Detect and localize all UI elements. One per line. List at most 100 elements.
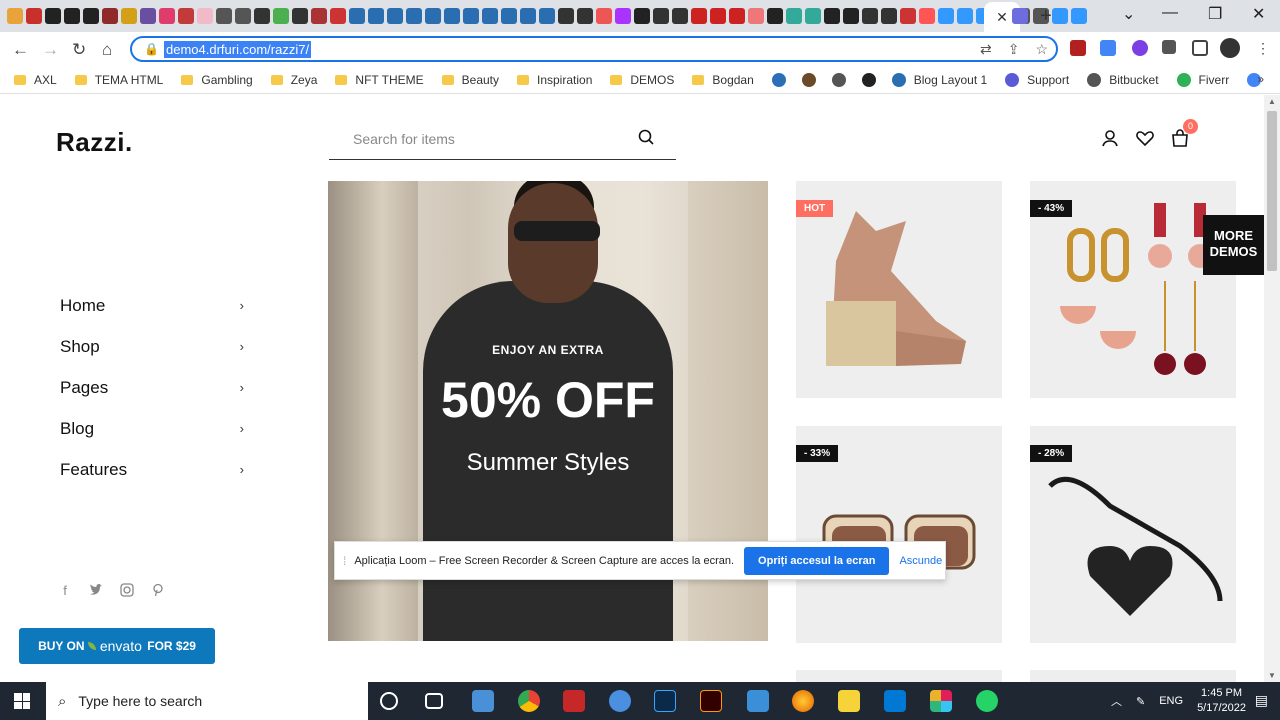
pinned-tab-favicon[interactable] [596,8,612,24]
cortana-icon[interactable] [380,692,398,710]
pinned-tab-favicon[interactable] [672,8,688,24]
pinned-tab-favicon[interactable] [1071,8,1087,24]
pinterest-icon[interactable] [151,583,165,597]
slack-icon[interactable] [930,690,952,712]
bookmark-inspiration[interactable]: Inspiration [517,73,592,87]
pinned-tab-favicon[interactable] [577,8,593,24]
scroll-up-icon[interactable]: ▲ [1268,97,1276,106]
hide-button[interactable]: Ascunde [899,555,942,567]
tab-search-icon[interactable]: ⌄ [1122,4,1135,24]
bookmark-shortcut-icon[interactable] [861,72,876,87]
twitter-icon[interactable] [89,583,103,597]
close-window-button[interactable]: ✕ [1252,4,1265,24]
product-card-earrings[interactable]: - 43% [1030,181,1236,398]
pinned-tab-favicon[interactable] [349,8,365,24]
pinned-tab-favicon[interactable] [501,8,517,24]
drag-handle-icon[interactable]: ⁞ [343,554,346,568]
facebook-icon[interactable]: f [58,583,72,598]
site-logo[interactable]: Razzi. [56,127,133,158]
bookmark-nft-theme[interactable]: NFT THEME [335,73,424,87]
home-icon[interactable]: ⌂ [102,40,112,60]
menu-item-shop[interactable]: Shop › [60,326,250,367]
bookmark-bogdan[interactable]: Bogdan [692,73,754,87]
pinned-tab-favicon[interactable] [7,8,23,24]
extension-icon[interactable] [1070,40,1086,56]
chrome-icon[interactable] [518,690,540,712]
pinned-tab-favicon[interactable] [425,8,441,24]
pinned-tab-favicon[interactable] [121,8,137,24]
pinned-tab-favicon[interactable] [957,8,973,24]
pinned-tab-favicon[interactable] [292,8,308,24]
firefox-icon[interactable] [792,690,814,712]
bookmark-support[interactable]: Support [1005,72,1069,87]
pinned-tab-favicon[interactable] [539,8,555,24]
more-demos-button[interactable]: MORE DEMOS [1203,215,1264,275]
pinned-tab-favicon[interactable] [634,8,650,24]
pinned-tab-favicon[interactable] [805,8,821,24]
account-icon[interactable] [1100,128,1120,148]
pen-icon[interactable]: ✎ [1136,695,1145,708]
bookmark-bitbucket[interactable]: Bitbucket [1087,72,1159,87]
new-tab-button[interactable]: + [1040,5,1052,28]
profile-avatar[interactable] [1220,38,1240,58]
pinned-tab-favicon[interactable] [482,8,498,24]
pinned-tab-favicon[interactable] [824,8,840,24]
pinned-tab-favicon[interactable] [900,8,916,24]
color-extension-icon[interactable] [1132,40,1148,56]
pinned-tab-favicon[interactable] [159,8,175,24]
scroll-thumb[interactable] [1267,111,1277,271]
pinned-tab-favicon[interactable] [786,8,802,24]
bookmark-shortcut-icon[interactable] [801,72,816,87]
pinned-tab-favicon[interactable] [919,8,935,24]
pinned-tab-favicon[interactable] [691,8,707,24]
notifications-icon[interactable]: ▤ [1255,692,1268,709]
pinned-tab-favicon[interactable] [1052,8,1068,24]
pinned-tab-favicon[interactable] [406,8,422,24]
pinned-tab-favicon[interactable] [748,8,764,24]
mail-icon[interactable] [747,690,769,712]
pinned-tab-favicon[interactable] [862,8,878,24]
bookmark-tema-html[interactable]: TEMA HTML [74,73,163,87]
whatsapp-icon[interactable] [976,690,998,712]
translate-extension-icon[interactable] [1100,40,1116,56]
menu-item-blog[interactable]: Blog › [60,408,250,449]
search-input[interactable]: Search for items [353,131,455,147]
bookmark-star-icon[interactable]: ☆ [1035,41,1048,58]
translate-icon[interactable]: ⇄ [980,41,992,58]
bookmark-blog-layout-1[interactable]: Blog Layout 1 [891,72,987,87]
more-bookmarks-icon[interactable]: » [1257,72,1264,86]
app-icon[interactable] [472,690,494,712]
maximize-button[interactable]: ❐ [1208,4,1222,24]
pinned-tab-favicon[interactable] [463,8,479,24]
bookmark-axl[interactable]: AXL [14,73,57,87]
product-card-heart-bag[interactable]: - 28% [1030,426,1236,643]
address-bar[interactable]: 🔒 demo4.drfuri.com/razzi7/ ⇄ ⇪ ☆ [130,36,1058,62]
pinned-tab-favicon[interactable] [843,8,859,24]
app-icon[interactable] [609,690,631,712]
puzzle-icon[interactable] [1162,40,1176,54]
illustrator-icon[interactable] [700,690,722,712]
pinned-tab-favicon[interactable] [330,8,346,24]
pinned-tab-favicon[interactable] [710,8,726,24]
pinned-tab-favicon[interactable] [881,8,897,24]
pinned-tab-favicon[interactable] [273,8,289,24]
photoshop-icon[interactable] [654,690,676,712]
bookmark-shortcut-icon[interactable] [771,72,786,87]
reload-icon[interactable]: ↻ [72,40,86,60]
bookmark-demos[interactable]: DEMOS [610,73,674,87]
scroll-down-icon[interactable]: ▼ [1268,671,1276,680]
vscode-icon[interactable] [884,690,906,712]
forward-icon[interactable]: → [42,40,59,60]
bookmark-fiverr[interactable]: Fiverr [1176,72,1229,87]
pinned-tab-favicon[interactable] [216,8,232,24]
menu-item-home[interactable]: Home › [60,285,250,326]
pinned-tab-favicon[interactable] [26,8,42,24]
language-indicator[interactable]: ENG [1159,695,1183,707]
sticky-notes-icon[interactable] [838,690,860,712]
pinned-tab-favicon[interactable] [520,8,536,24]
pinned-tab-favicon[interactable] [140,8,156,24]
tray-expand-icon[interactable]: ︿ [1111,693,1122,709]
taskbar-search[interactable]: ⌕ Type here to search [46,682,368,720]
wishlist-icon[interactable] [1135,128,1155,148]
pinned-tab-favicon[interactable] [311,8,327,24]
